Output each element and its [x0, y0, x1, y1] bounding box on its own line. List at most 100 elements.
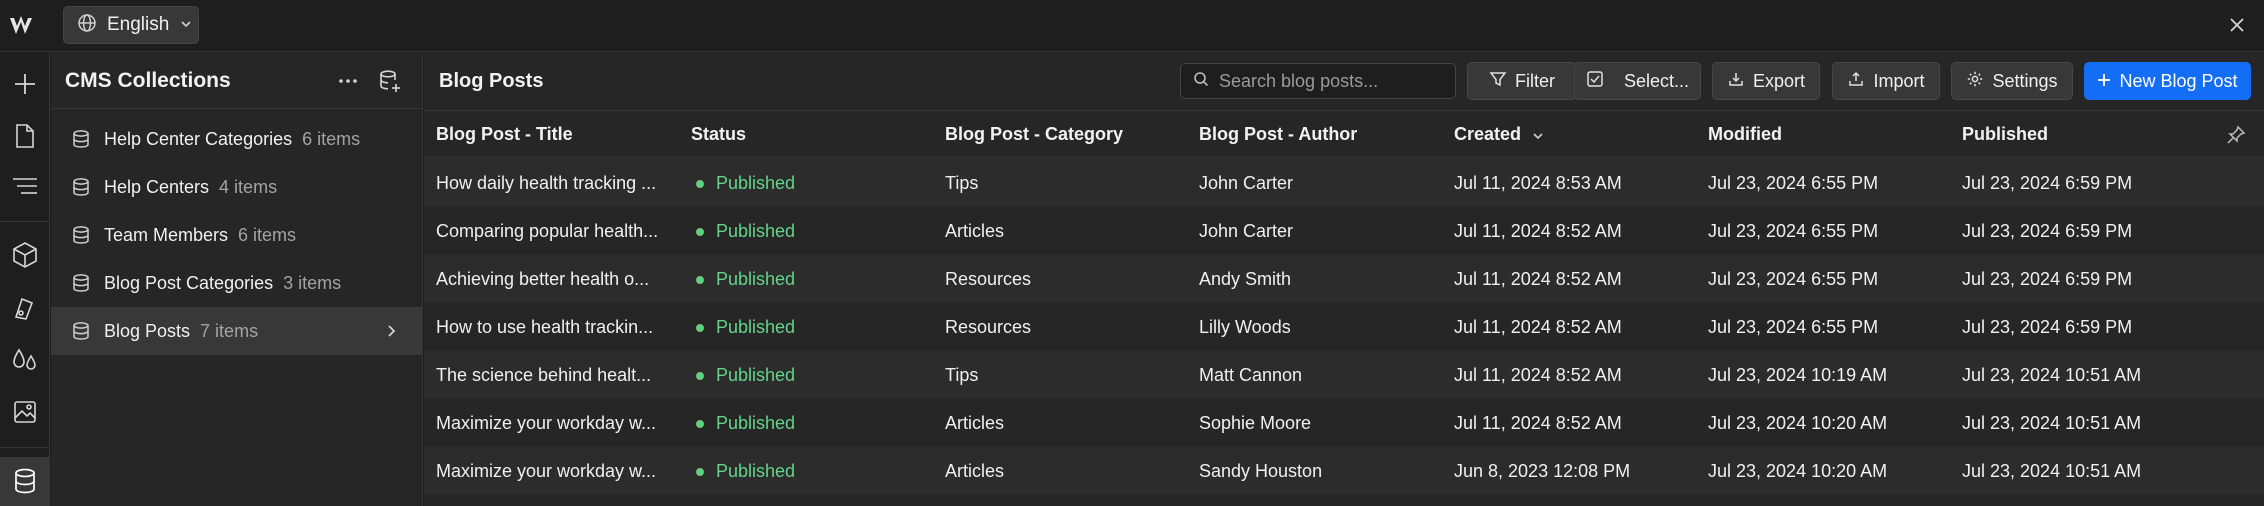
- filter-icon: [1489, 70, 1507, 93]
- page-icon[interactable]: [8, 119, 42, 153]
- add-icon[interactable]: [8, 67, 42, 101]
- cell-status: Published: [716, 413, 796, 433]
- collection-count: 3 items: [283, 272, 342, 293]
- cell-published: Jul 23, 2024 6:59 PM: [1962, 269, 2133, 289]
- status-dot: [696, 372, 704, 380]
- add-collection-icon[interactable]: [378, 69, 402, 93]
- cms-collections-panel: CMS Collections Help Center Categories 6…: [51, 53, 423, 506]
- column-header-published[interactable]: Published: [1962, 124, 2048, 145]
- new-blog-post-button[interactable]: New Blog Post: [2084, 62, 2251, 100]
- search-icon: [1193, 71, 1209, 92]
- cell-created: Jul 11, 2024 8:53 AM: [1454, 173, 1622, 193]
- cell-published: Jul 23, 2024 6:59 PM: [1962, 173, 2133, 193]
- column-header-created[interactable]: Created: [1454, 124, 1521, 145]
- collection-count: 6 items: [238, 224, 297, 245]
- status-dot: [696, 324, 704, 332]
- filter-button[interactable]: Filter: [1467, 62, 1577, 100]
- settings-button[interactable]: Settings: [1951, 62, 2073, 100]
- webflow-logo-icon[interactable]: [8, 12, 40, 40]
- table-row[interactable]: Comparing popular health... Published Ar…: [424, 207, 2264, 255]
- cms-icon[interactable]: [8, 464, 42, 498]
- collection-item-blog-posts[interactable]: Blog Posts 7 items: [51, 307, 422, 355]
- close-icon[interactable]: [2226, 14, 2248, 36]
- style-icon[interactable]: [8, 291, 42, 325]
- table-row[interactable]: Maximize your workday w... Published Art…: [424, 447, 2264, 495]
- variables-icon[interactable]: [8, 343, 42, 377]
- cell-author: Sandy Houston: [1199, 461, 1323, 481]
- cell-status: Published: [716, 221, 796, 241]
- collection-name: Help Center Categories: [104, 128, 293, 149]
- cell-category: Articles: [945, 221, 1005, 241]
- cell-title: How daily health tracking ...: [436, 173, 657, 193]
- column-header-title[interactable]: Blog Post - Title: [436, 124, 573, 145]
- table-row[interactable]: How daily health tracking ... Published …: [424, 159, 2264, 207]
- export-icon: [1727, 70, 1745, 93]
- cell-title: Comparing popular health...: [436, 221, 659, 241]
- cell-created: Jun 8, 2023 12:08 PM: [1454, 461, 1631, 481]
- table-row[interactable]: Achieving better health o... Published R…: [424, 255, 2264, 303]
- cell-published: Jul 23, 2024 10:51 AM: [1962, 413, 2142, 433]
- collections-header: CMS Collections: [51, 53, 422, 109]
- filter-label: Filter: [1515, 70, 1555, 91]
- settings-label: Settings: [1992, 70, 2058, 91]
- language-selector[interactable]: English: [63, 6, 199, 44]
- export-button[interactable]: Export: [1712, 62, 1820, 100]
- import-label: Import: [1873, 70, 1925, 91]
- cell-status: Published: [716, 269, 796, 289]
- cell-category: Articles: [945, 461, 1005, 481]
- cell-title: Maximize your workday w...: [436, 461, 657, 481]
- cell-created: Jul 11, 2024 8:52 AM: [1454, 413, 1622, 433]
- table-row[interactable]: How to use health trackin... Published R…: [424, 303, 2264, 351]
- export-label: Export: [1752, 70, 1806, 91]
- navigator-icon[interactable]: [8, 169, 42, 203]
- cell-modified: Jul 23, 2024 6:55 PM: [1708, 221, 1879, 241]
- checkbox-icon: [1586, 70, 1604, 93]
- collection-name: Help Centers: [104, 176, 210, 197]
- sort-chevron-down-icon[interactable]: [1531, 127, 1545, 148]
- main-header: Blog Posts Filter Select... Export Impor…: [424, 53, 2264, 111]
- components-icon[interactable]: [8, 238, 42, 272]
- cell-category: Resources: [945, 269, 1032, 289]
- cell-published: Jul 23, 2024 10:51 AM: [1962, 461, 2142, 481]
- cell-modified: Jul 23, 2024 6:55 PM: [1708, 317, 1879, 337]
- cell-title: Maximize your workday w...: [436, 413, 657, 433]
- column-header-author[interactable]: Blog Post - Author: [1199, 124, 1357, 145]
- select-button[interactable]: Select...: [1574, 62, 1701, 100]
- table-row[interactable]: The science behind healt... Published Ti…: [424, 351, 2264, 399]
- column-header-category[interactable]: Blog Post - Category: [945, 124, 1123, 145]
- column-header-status[interactable]: Status: [691, 124, 746, 145]
- cell-author: John Carter: [1199, 173, 1294, 193]
- collection-item-help-centers[interactable]: Help Centers 4 items: [51, 163, 422, 211]
- pin-icon[interactable]: [2226, 125, 2246, 145]
- cell-category: Tips: [945, 365, 979, 385]
- collection-main: Blog Posts Filter Select... Export Impor…: [424, 53, 2264, 506]
- chevron-down-icon: [179, 15, 193, 36]
- cell-author: John Carter: [1199, 221, 1294, 241]
- cell-status: Published: [716, 173, 796, 193]
- search-box[interactable]: [1180, 63, 1456, 99]
- status-dot: [696, 228, 704, 236]
- assets-icon[interactable]: [8, 395, 42, 429]
- top-bar: English: [0, 0, 2264, 52]
- collections-title: CMS Collections: [65, 68, 231, 92]
- cell-author: Matt Cannon: [1199, 365, 1303, 385]
- search-input[interactable]: [1219, 70, 1439, 92]
- import-button[interactable]: Import: [1832, 62, 1940, 100]
- gear-icon: [1966, 70, 1984, 93]
- cell-author: Andy Smith: [1199, 269, 1292, 289]
- database-icon: [71, 273, 91, 293]
- select-label: Select...: [1623, 70, 1690, 91]
- more-options-icon[interactable]: [336, 71, 360, 91]
- import-icon: [1847, 70, 1865, 93]
- table-header: Blog Post - Title Status Blog Post - Cat…: [424, 111, 2264, 158]
- status-dot: [696, 180, 704, 188]
- database-icon: [71, 177, 91, 197]
- collection-item-team-members[interactable]: Team Members 6 items: [51, 211, 422, 259]
- collection-name: Blog Post Categories: [104, 272, 274, 293]
- collection-item-help-center-categories[interactable]: Help Center Categories 6 items: [51, 115, 422, 163]
- globe-icon: [77, 13, 97, 38]
- collection-item-blog-post-categories[interactable]: Blog Post Categories 3 items: [51, 259, 422, 307]
- column-header-modified[interactable]: Modified: [1708, 124, 1782, 145]
- cell-created: Jul 11, 2024 8:52 AM: [1454, 365, 1622, 385]
- table-row[interactable]: Maximize your workday w... Published Art…: [424, 399, 2264, 447]
